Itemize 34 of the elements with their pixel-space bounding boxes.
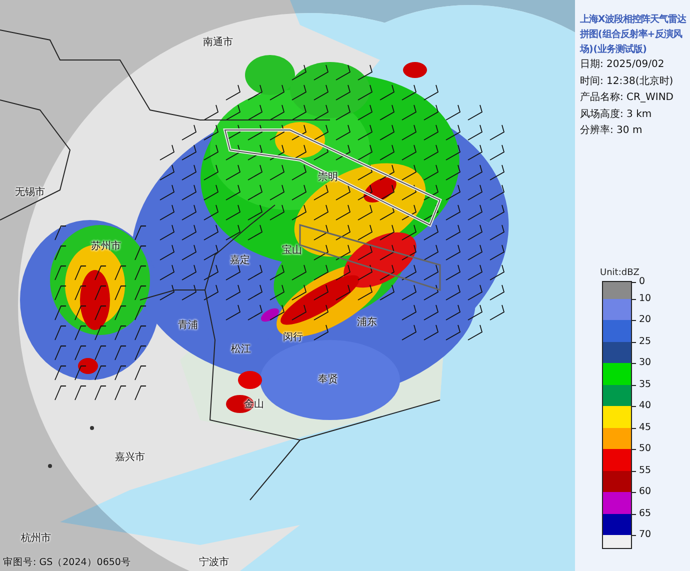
place-label: 宝山 — [282, 244, 302, 257]
scale-tick-label: 35 — [639, 378, 652, 390]
panel-title: 上海X波段相控阵天气雷达拼图(组合反射率+反演风场)(业务测试版) — [580, 13, 688, 57]
scale-tick-label: 70 — [639, 529, 652, 540]
place-label: 金山 — [244, 398, 264, 411]
place-label: 南通市 — [203, 36, 233, 49]
info-line: 分辨率: 30 m — [580, 124, 644, 138]
place-label: 杭州市 — [21, 532, 51, 545]
place-label: 宁波市 — [199, 556, 229, 569]
scale-tick-label: 55 — [639, 464, 652, 476]
scale-tick-label: 0 — [639, 276, 646, 286]
info-line: 风场高度: 3 km — [580, 108, 653, 122]
scale-tick-label: 10 — [639, 292, 652, 304]
scale-tick-label: 25 — [639, 336, 652, 347]
info-line: 时间: 12:38(北京时) — [580, 74, 674, 88]
place-label: 嘉定 — [230, 254, 250, 267]
place-label: 崇明 — [318, 170, 338, 184]
place-label: 青浦 — [178, 318, 198, 332]
scale-tick-label: 65 — [639, 508, 652, 519]
place-label: 奉贤 — [318, 372, 338, 386]
place-label: 无锡市 — [15, 186, 45, 199]
map-approval-number: 审图号: GS（2024）0650号 — [3, 556, 131, 569]
scale-tick-label: 40 — [639, 400, 652, 412]
place-label: 嘉兴市 — [115, 450, 145, 464]
place-label: 松江 — [231, 342, 251, 356]
scale-tick-label: 50 — [639, 443, 652, 454]
place-label: 浦东 — [357, 316, 377, 329]
scale-tick-label: 30 — [639, 357, 652, 368]
info-line: 产品名称: CR_WIND — [580, 90, 674, 105]
legend-unit: Unit:dBZ — [600, 268, 640, 278]
scale-tick-label: 45 — [639, 422, 652, 433]
info-line: 日期: 2025/09/02 — [580, 58, 666, 72]
scale-tick-label: 20 — [639, 314, 652, 326]
scale-tick-label: 60 — [639, 486, 652, 498]
